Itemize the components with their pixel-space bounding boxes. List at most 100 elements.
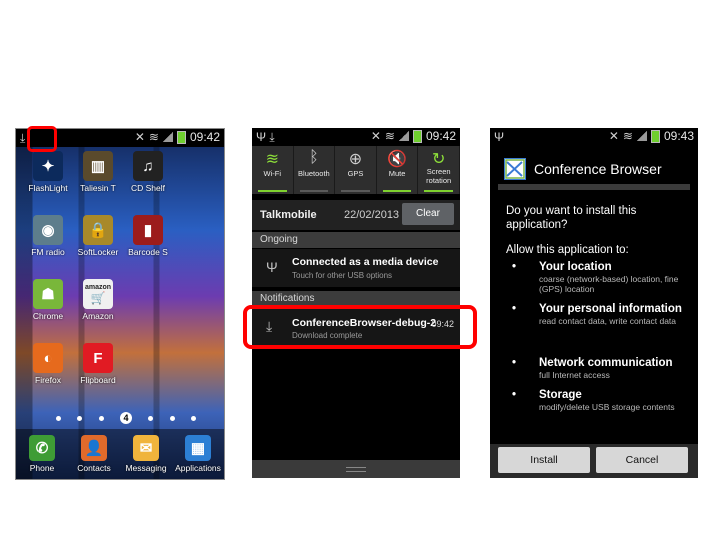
toggle-wi-fi[interactable]: ≋ Wi-Fi: [252, 146, 294, 194]
dock-applications[interactable]: ▦ Applications: [172, 435, 224, 473]
app-name: Conference Browser: [534, 161, 662, 177]
app-amazon[interactable]: amazon 🛒 Amazon: [70, 279, 126, 321]
toggle-state-bar: [382, 190, 412, 192]
usb-icon: Ψ ⤓: [256, 130, 275, 144]
app-logo-icon: [504, 158, 526, 180]
download-icon[interactable]: ⤓: [20, 131, 25, 146]
app-label: Applications: [175, 463, 221, 473]
bluetooth-icon: ᛒ: [309, 149, 319, 166]
download-notification-highlight: [243, 305, 477, 349]
app-label: Barcode S: [128, 247, 168, 257]
status-clock: 09:43: [663, 129, 694, 143]
app-label: Chrome: [32, 311, 64, 321]
status-clock: 09:42: [425, 129, 456, 143]
mute-icon: 🔇: [387, 151, 408, 168]
taliesin-icon: ▥: [83, 151, 113, 181]
wifi-status-icon: ≋: [384, 129, 395, 143]
install-screen: Ψ ✕ ≋ 09:43 Conference Browser Do you wa…: [490, 128, 698, 478]
toggle-mute[interactable]: 🔇 Mute: [377, 146, 419, 194]
download-icon-highlight: [27, 126, 57, 152]
apps-grid-icon: ▦: [185, 435, 211, 461]
battery-icon: [650, 129, 660, 143]
wifi-status-icon: ≋: [148, 130, 159, 144]
carrier-name: Talkmobile: [260, 209, 317, 221]
radio-icon: ◉: [33, 215, 63, 245]
toggle-state-bar: [341, 190, 370, 192]
music-note-icon: ♫: [133, 151, 163, 181]
toggle-state-bar: [258, 190, 287, 192]
wifi-status-icon: ≋: [622, 129, 633, 143]
app-cd-shelf[interactable]: ♫ CD Shelf: [120, 151, 176, 193]
dock-phone[interactable]: ✆ Phone: [16, 435, 68, 473]
amazon-cart-icon: amazon 🛒: [83, 279, 113, 309]
app-softlocker[interactable]: 🔒 SoftLocker: [70, 215, 126, 257]
padlock-icon: 🔒: [83, 215, 113, 245]
toggle-bluetooth[interactable]: ᛒ Bluetooth: [294, 146, 336, 194]
contacts-icon: 👤: [81, 435, 107, 461]
toggle-state-bar: [299, 190, 329, 192]
app-label: Amazon: [82, 311, 114, 321]
permission-item: Your personal informationread contact da…: [512, 302, 692, 326]
battery-icon: [176, 130, 186, 144]
amazon-logo-text: amazon: [84, 283, 112, 291]
allow-label: Allow this application to:: [506, 244, 629, 256]
app-label: FlashLight: [28, 183, 68, 193]
page-indicator: 4: [56, 412, 196, 424]
app-taliesin-t[interactable]: ▥ Taliesin T: [70, 151, 126, 193]
clear-button[interactable]: Clear: [402, 203, 454, 225]
install-header: Conference Browser: [504, 158, 662, 180]
app-label: Messaging: [125, 463, 167, 473]
app-barcode-s[interactable]: ▮ Barcode S: [120, 215, 176, 257]
permission-title: Your personal information: [512, 302, 692, 316]
status-bar: Ψ ⤓ ✕ ≋ 09:42: [252, 128, 460, 146]
install-button[interactable]: Install: [498, 447, 590, 473]
rotation-icon: ↻: [431, 151, 446, 168]
app-label: Phone: [29, 463, 55, 473]
notification-subtitle: Touch for other USB options: [292, 271, 393, 280]
toggle-label: Mute: [388, 169, 406, 178]
app-firefox[interactable]: ◐ Firefox: [20, 343, 76, 385]
app-flashlight[interactable]: ✦ FlashLight: [20, 151, 76, 193]
permission-description: coarse (network-based) location, fine (G…: [539, 274, 679, 294]
barcode-icon: ▮: [133, 215, 163, 245]
divider: [498, 184, 690, 190]
notification-shade: Ψ ⤓ ✕ ≋ 09:42 ≋ Wi-Fi ᛒ Bluetooth ⊕ GPS 🔇 Mute ↻…: [252, 128, 460, 478]
app-label: Taliesin T: [80, 183, 116, 193]
date-label: 22/02/2013: [344, 209, 400, 221]
flipboard-icon: F: [83, 343, 113, 373]
toggle-state-bar: [424, 190, 453, 192]
permission-title: Storage: [512, 388, 692, 402]
quick-toggles: ≋ Wi-Fi ᛒ Bluetooth ⊕ GPS 🔇 Mute ↻ Screen rotatio…: [252, 146, 460, 194]
flashlight-icon: ✦: [33, 151, 63, 181]
envelope-icon: ✉: [133, 435, 159, 461]
ongoing-header: Ongoing: [252, 232, 460, 248]
app-fm-radio[interactable]: ◉ FM radio: [20, 215, 76, 257]
toggle-screen-rotation[interactable]: ↻ Screen rotation: [418, 146, 460, 194]
signal-icon: [636, 131, 647, 141]
usb-notification[interactable]: Ψ Connected as a media device Touch for …: [252, 249, 460, 287]
gps-icon: ⊕: [348, 151, 363, 168]
app-label: CD Shelf: [130, 183, 165, 193]
firefox-icon: ◐: [33, 343, 63, 373]
permission-item: Storagemodify/delete USB storage content…: [512, 388, 692, 412]
app-chrome[interactable]: ☗ Chrome: [20, 279, 76, 321]
android-icon: ☗: [33, 279, 63, 309]
toggle-gps[interactable]: ⊕ GPS: [335, 146, 377, 194]
notification-title: Connected as a media device: [292, 256, 439, 268]
toggle-label: Wi-Fi: [263, 169, 282, 178]
mute-status-icon: ✕: [134, 130, 145, 144]
dock-contacts[interactable]: 👤 Contacts: [68, 435, 120, 473]
permission-description: read contact data, write contact data: [539, 316, 677, 326]
dock-messaging[interactable]: ✉ Messaging: [120, 435, 172, 473]
signal-icon: [162, 132, 173, 142]
cancel-button[interactable]: Cancel: [596, 447, 688, 473]
permission-item: Network communicationfull Internet acces…: [512, 356, 692, 380]
current-page-dot: 4: [119, 412, 132, 424]
button-bar: Install Cancel: [490, 444, 698, 478]
permission-title: Your location: [512, 260, 692, 274]
status-clock: 09:42: [189, 130, 220, 144]
app-flipboard[interactable]: F Flipboard: [70, 343, 126, 385]
shade-drag-handle[interactable]: [252, 460, 460, 478]
home-screen: ⤓ ✕ ≋ 09:42 ✦ FlashLight ▥ Taliesin T ♫ CD Sh…: [15, 128, 225, 480]
app-label: Flipboard: [80, 375, 116, 385]
